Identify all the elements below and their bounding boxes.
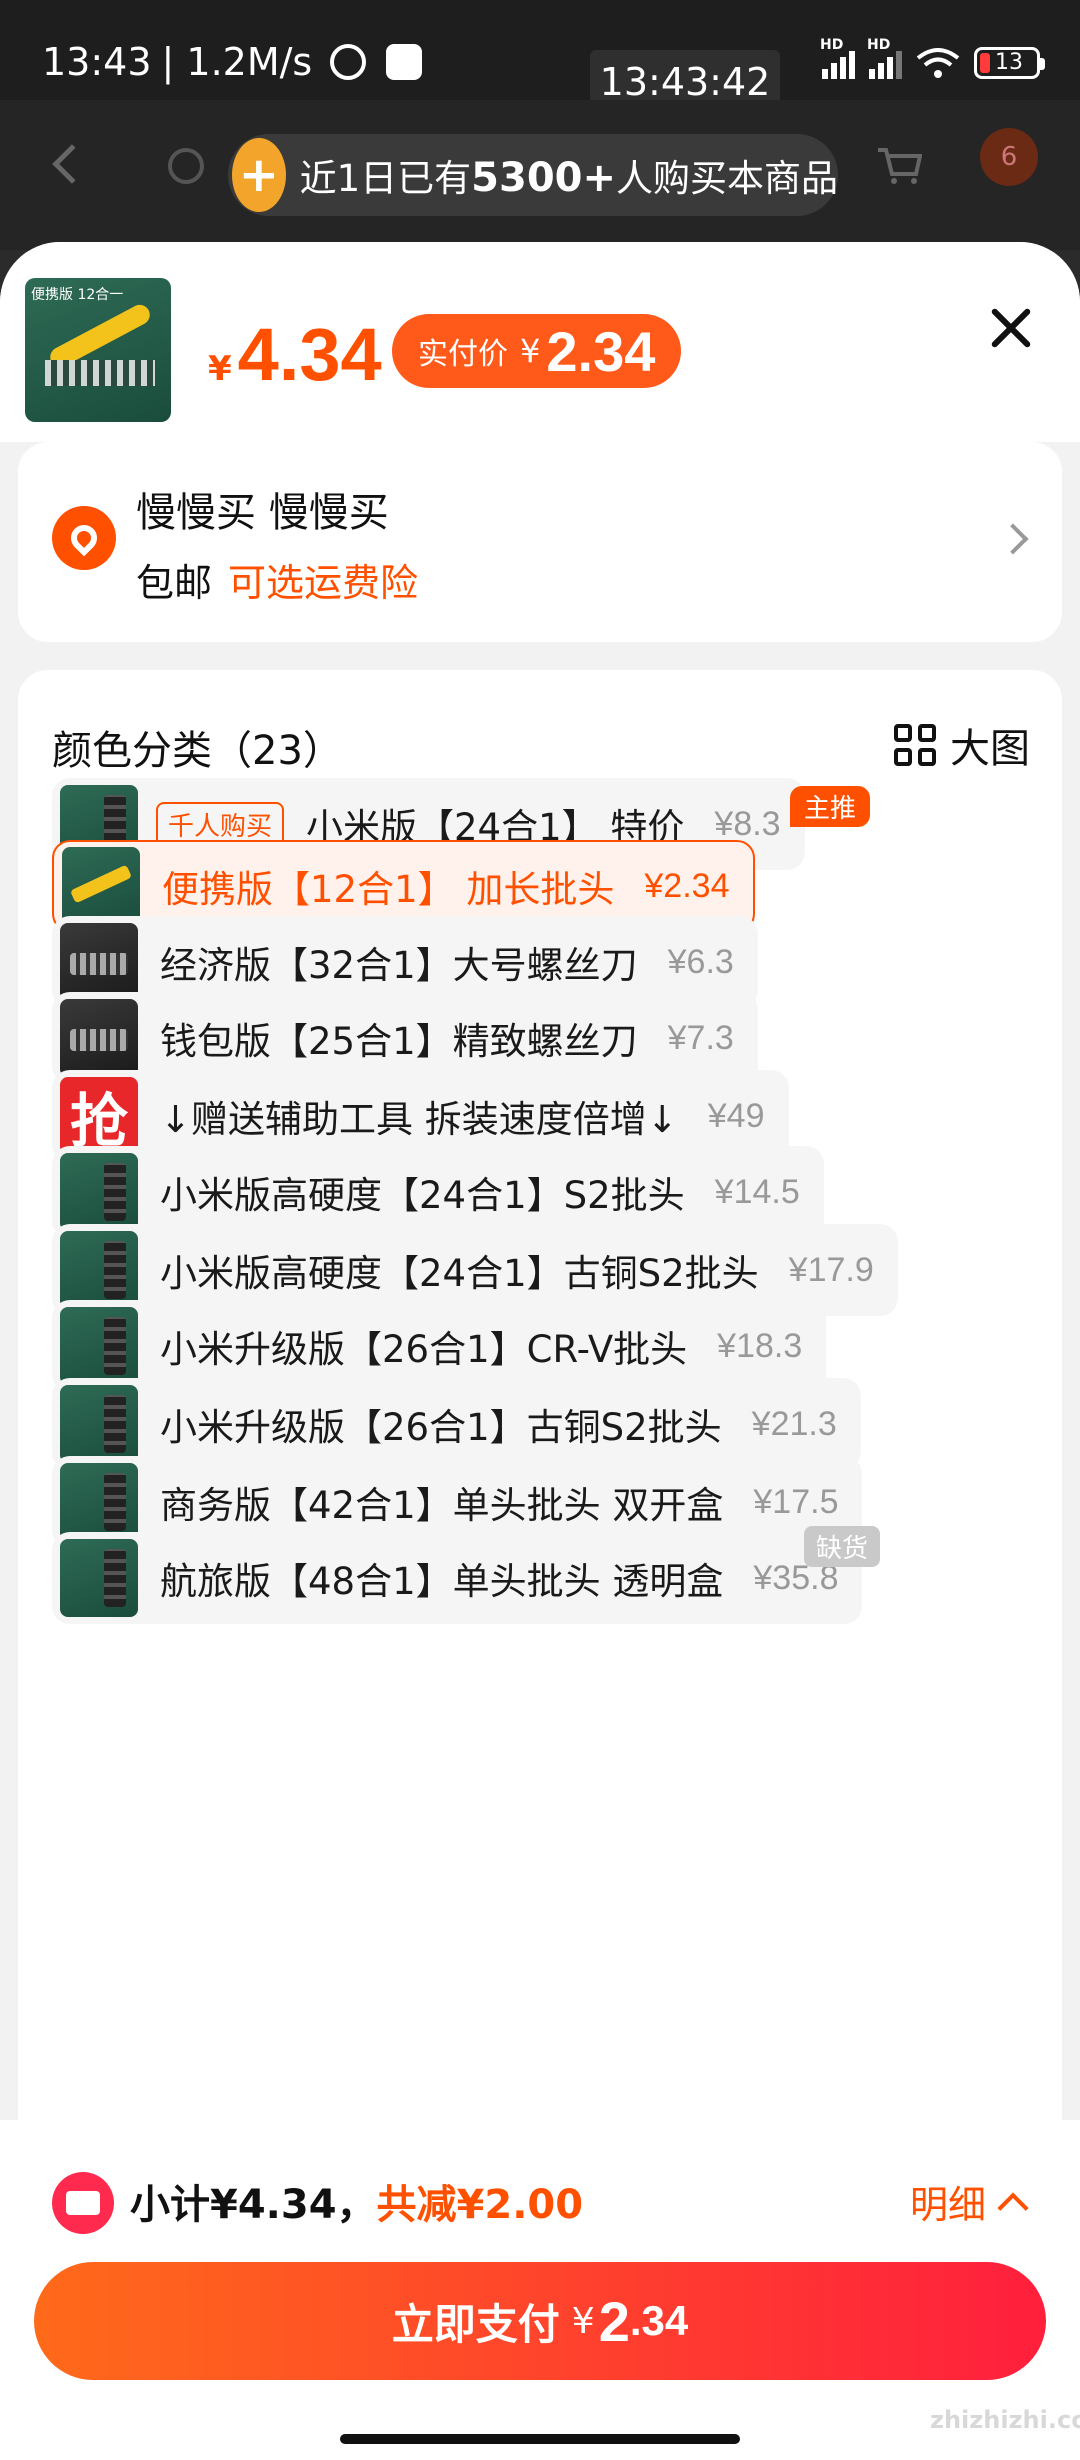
variant-price: ¥21.3 xyxy=(751,1404,837,1443)
variants-title: 颜色分类（23） xyxy=(52,728,343,774)
variant-price: ¥7.3 xyxy=(667,1018,734,1057)
alarm-icon xyxy=(330,44,367,80)
search-icon[interactable] xyxy=(168,148,204,184)
sheet-header: 便携版 12合一 ¥4.34 实付价 ¥2.34 xyxy=(0,242,1080,442)
variant-price: ¥2.34 xyxy=(644,866,730,905)
product-price: ¥4.34 xyxy=(208,313,382,396)
banner-text: 近1日已有5300+人购买本商品 xyxy=(299,155,838,201)
variant-label: 钱包版【25合1】精致螺丝刀 xyxy=(160,1020,638,1063)
home-indicator[interactable] xyxy=(340,2434,740,2444)
variant-label: 经济版【32合1】大号螺丝刀 xyxy=(160,944,638,987)
signal-2-icon: HD xyxy=(867,37,902,79)
variant-label: 小米版高硬度【24合1】S2批头 xyxy=(160,1174,685,1217)
product-thumbnail[interactable]: 便携版 12合一 xyxy=(25,278,171,422)
variant-label: 小米升级版【26合1】CR-V批头 xyxy=(160,1328,688,1371)
variant-label: 小米升级版【26合1】古铜S2批头 xyxy=(160,1406,722,1449)
status-left: 13:43 | 1.2M/s xyxy=(42,40,423,84)
status-bar: 13:43 | 1.2M/s 13:43:42 HD HD 13 xyxy=(0,0,1080,114)
variant-price: ¥8.3 xyxy=(714,804,781,843)
variant-thumbnail xyxy=(60,1539,138,1617)
price-detail-toggle[interactable]: 明细 xyxy=(910,2174,1029,2229)
signal-icon: HD xyxy=(820,37,855,79)
recipient-name: 慢慢买 慢慢买 xyxy=(136,490,389,536)
recommended-badge: 主推 xyxy=(790,786,871,827)
out-of-stock-badge: 缺货 xyxy=(804,1526,881,1567)
grab-icon: 抢 xyxy=(60,1077,138,1155)
variant-thumbnail xyxy=(60,999,138,1077)
close-icon[interactable] xyxy=(988,306,1032,350)
app-notification-icon xyxy=(386,44,423,80)
variant-price: ¥6.3 xyxy=(667,942,734,981)
variant-price: ¥18.3 xyxy=(717,1326,803,1365)
status-time: 13:43 xyxy=(42,40,152,84)
variant-label: 航旅版【48合1】单头批头 透明盒 xyxy=(160,1560,724,1603)
variant-label: ↓赠送辅助工具 拆装速度倍增↓ xyxy=(160,1098,678,1141)
variant-price: ¥17.9 xyxy=(788,1250,874,1289)
watermark: zhizhizhi.com xyxy=(930,2406,1080,2434)
shipping-info: 包邮 可选运费险 xyxy=(136,561,419,605)
variant-label: 小米版高硬度【24合1】古铜S2批头 xyxy=(160,1252,759,1295)
battery-level: 13 xyxy=(995,50,1023,75)
variant-thumbnail xyxy=(60,1463,138,1541)
back-icon[interactable] xyxy=(52,144,92,184)
actual-price-pill: 实付价 ¥2.34 xyxy=(392,314,682,388)
cart-badge[interactable]: 6 xyxy=(980,128,1038,186)
lock-plus-icon: + xyxy=(232,138,286,212)
location-pin-icon xyxy=(52,506,116,570)
variant-thumbnail xyxy=(62,847,140,925)
subtotal: 小计¥4.34，共减¥2.00 xyxy=(130,2182,584,2228)
pay-now-button[interactable]: 立即支付 ¥2.34 xyxy=(34,2262,1046,2380)
variant-price: ¥49 xyxy=(707,1096,765,1135)
variant-thumbnail xyxy=(60,923,138,1001)
variant-price: ¥17.5 xyxy=(753,1482,839,1521)
variant-label: 商务版【42合1】单头批头 双开盒 xyxy=(160,1484,724,1527)
network-speed: | 1.2M/s xyxy=(161,40,313,84)
coupon-icon xyxy=(52,2172,114,2234)
big-view-toggle[interactable]: 大图 xyxy=(894,716,1030,774)
shipping-insurance-link[interactable]: 可选运费险 xyxy=(228,561,418,605)
variant-thumbnail xyxy=(60,1231,138,1309)
variant-thumbnail xyxy=(60,1385,138,1463)
variant-option[interactable]: 航旅版【48合1】单头批头 透明盒 ¥35.8 xyxy=(52,1532,863,1624)
address-card[interactable]: 慢慢买 慢慢买 包邮 可选运费险 xyxy=(18,442,1062,642)
variant-thumbnail xyxy=(60,1307,138,1385)
grid-icon xyxy=(894,724,936,766)
checkout-bar: 小计¥4.34，共减¥2.00 明细 立即支付 ¥2.34 zhizhizhi.c… xyxy=(0,2120,1080,2460)
variant-price: ¥14.5 xyxy=(714,1172,800,1211)
wifi-icon xyxy=(916,48,960,78)
variant-label: 便携版【12合1】 加长批头 xyxy=(162,868,615,911)
product-header: 6 + 近1日已有5300+人购买本商品 xyxy=(0,100,1080,250)
status-right: HD HD 13 xyxy=(820,37,1045,80)
battery-icon: 13 xyxy=(974,47,1045,79)
chevron-right-icon xyxy=(997,523,1029,555)
cart-icon[interactable] xyxy=(876,146,922,186)
discount-total: 共减¥2.00 xyxy=(376,2182,584,2228)
purchase-banner: + 近1日已有5300+人购买本商品 xyxy=(228,134,838,216)
variant-thumbnail xyxy=(60,1153,138,1231)
chevron-up-icon xyxy=(997,2191,1029,2224)
